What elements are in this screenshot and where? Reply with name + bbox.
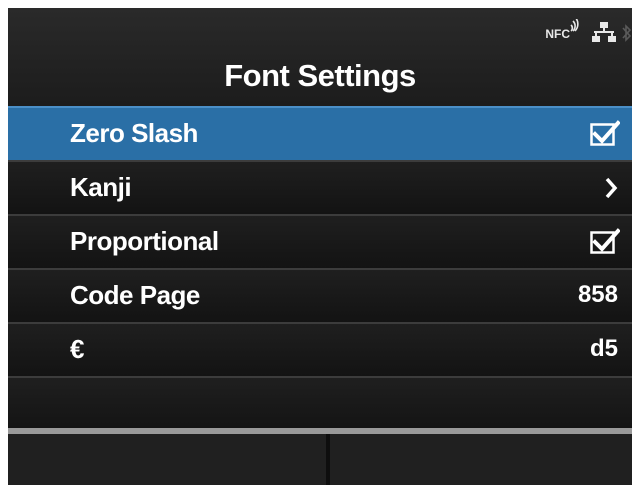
nfc-label: NFC bbox=[545, 27, 570, 41]
empty-row bbox=[8, 376, 632, 434]
softkey-bar bbox=[8, 428, 632, 485]
menu-item-value: d5 bbox=[589, 335, 618, 362]
menu-item-kanji[interactable]: Kanji bbox=[8, 160, 632, 214]
chevron-right-icon bbox=[604, 177, 618, 204]
menu-item-label: € bbox=[70, 334, 84, 364]
menu-item-value: 858 bbox=[577, 281, 618, 308]
nfc-icon: NFC bbox=[545, 19, 579, 41]
softkey-right[interactable] bbox=[330, 434, 632, 485]
menu-item-euro[interactable]: € d5 bbox=[8, 322, 632, 376]
menu-item-zero-slash[interactable]: Zero Slash bbox=[8, 106, 632, 160]
checkmark-icon[interactable] bbox=[590, 228, 621, 259]
header: NFC Font Settings bbox=[8, 8, 632, 106]
status-bar: NFC bbox=[545, 19, 632, 47]
menu-item-code-page[interactable]: Code Page 858 bbox=[8, 268, 632, 322]
menu-item-label: Code Page bbox=[70, 280, 200, 310]
settings-list: Zero Slash Kanji Proportional Code Page … bbox=[8, 106, 632, 434]
printer-display: NFC Font Settings Zero Slash Kanji Propo… bbox=[8, 8, 632, 485]
menu-item-label: Zero Slash bbox=[70, 118, 198, 148]
menu-item-label: Kanji bbox=[70, 172, 132, 202]
checkmark-icon[interactable] bbox=[590, 120, 621, 151]
softkey-left[interactable] bbox=[8, 434, 326, 485]
menu-item-proportional[interactable]: Proportional bbox=[8, 214, 632, 268]
menu-item-label: Proportional bbox=[70, 226, 219, 256]
page-title: Font Settings bbox=[224, 58, 416, 93]
bluetooth-icon bbox=[622, 23, 632, 46]
network-icon bbox=[592, 21, 616, 47]
